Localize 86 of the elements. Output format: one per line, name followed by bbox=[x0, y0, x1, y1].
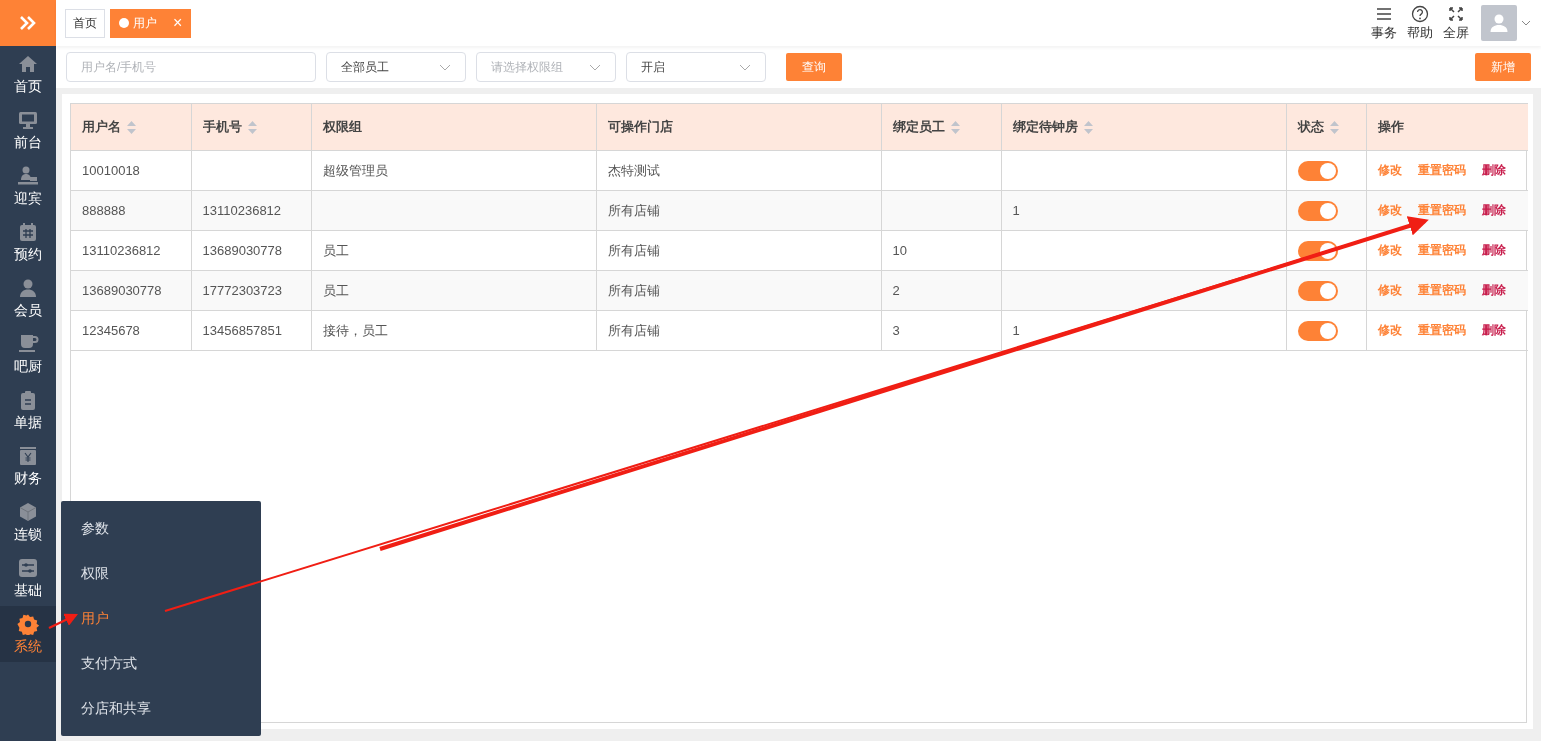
receptionist-icon bbox=[17, 164, 39, 187]
tab[interactable]: 首页 bbox=[65, 8, 105, 38]
dropdown[interactable]: 开启 bbox=[626, 52, 766, 82]
table-cell: 1 bbox=[1012, 203, 1020, 218]
table-cell: 1 bbox=[1012, 323, 1020, 338]
expand-button[interactable] bbox=[0, 0, 56, 46]
sidebar-item[interactable]: 迎宾 bbox=[0, 158, 56, 214]
sidebar-item[interactable]: 系统 bbox=[0, 606, 56, 662]
table-cell: 所有店铺 bbox=[607, 202, 660, 218]
table-cell: 888888 bbox=[82, 203, 126, 218]
column-header: 可操作门店 bbox=[607, 118, 673, 136]
sidebar-item[interactable]: 财务 bbox=[0, 438, 56, 494]
submenu-item[interactable]: 支付方式 bbox=[61, 641, 261, 686]
caret-icon bbox=[439, 63, 451, 71]
sidebar-item[interactable]: 会员 bbox=[0, 270, 56, 326]
active-dot-icon bbox=[119, 18, 129, 28]
sidebar-item[interactable]: 前台 bbox=[0, 102, 56, 158]
column-header[interactable]: 绑定待钟房 bbox=[1012, 118, 1093, 136]
table-cell: 所有店铺 bbox=[607, 322, 660, 338]
sort-icon[interactable] bbox=[247, 120, 257, 134]
submenu-item[interactable]: 参数 bbox=[61, 506, 261, 551]
help-icon bbox=[1411, 4, 1429, 23]
sidebar-item[interactable]: 单据 bbox=[0, 382, 56, 438]
avatar[interactable] bbox=[1481, 5, 1517, 41]
sidebar-item[interactable]: 基础 bbox=[0, 550, 56, 606]
caret-icon bbox=[589, 63, 601, 71]
table-cell: 2 bbox=[892, 283, 900, 298]
status-toggle[interactable] bbox=[1297, 160, 1338, 181]
table-cell: 员工 bbox=[322, 282, 349, 298]
sidebar-item[interactable]: 首页 bbox=[0, 46, 56, 102]
sort-icon[interactable] bbox=[950, 120, 960, 134]
column-header[interactable]: 状态 bbox=[1297, 118, 1339, 136]
status-toggle[interactable] bbox=[1297, 200, 1338, 221]
gear-icon bbox=[17, 612, 39, 635]
caret-icon[interactable] bbox=[1521, 20, 1531, 26]
submenu-item[interactable]: 权限 bbox=[61, 551, 261, 596]
sidebar-item[interactable]: 预约 bbox=[0, 214, 56, 270]
yen-box-icon bbox=[17, 444, 39, 467]
table-cell: 13110236812 bbox=[82, 243, 161, 258]
table-cell: 13110236812 bbox=[202, 203, 282, 218]
table-cell: 10 bbox=[892, 243, 907, 258]
table-cell: 超级管理员 bbox=[322, 162, 388, 178]
sort-icon[interactable] bbox=[127, 120, 136, 134]
table-cell: 接待，员工 bbox=[322, 322, 388, 338]
sidebar-item[interactable]: 连锁 bbox=[0, 494, 56, 550]
search-field[interactable]: 用户名/手机号 bbox=[66, 52, 316, 82]
annotation-arrow bbox=[48, 613, 78, 629]
table-cell: 13456857851 bbox=[202, 323, 283, 338]
column-header[interactable]: 用户名 bbox=[82, 118, 136, 136]
table-cell: 员工 bbox=[322, 242, 349, 258]
column-header: 权限组 bbox=[322, 118, 362, 136]
cube-icon bbox=[17, 500, 39, 523]
submenu-item[interactable]: 用户 bbox=[61, 596, 261, 641]
table-cell: 17772303723 bbox=[202, 283, 283, 298]
submenu-item[interactable]: 分店和共享 bbox=[61, 686, 261, 731]
table-cell: 13689030778 bbox=[82, 283, 162, 298]
header-action-button[interactable]: 全屏 bbox=[1443, 4, 1469, 42]
caret-icon bbox=[739, 63, 751, 71]
table-cell: 12345678 bbox=[82, 323, 140, 338]
fullscreen-icon bbox=[1447, 4, 1465, 23]
column-header[interactable]: 手机号 bbox=[202, 118, 257, 136]
status-toggle[interactable] bbox=[1297, 320, 1338, 341]
double-chevron-icon bbox=[19, 16, 37, 30]
table-cell: 杰特测试 bbox=[607, 162, 660, 178]
sidebar-item[interactable]: 吧厨 bbox=[0, 326, 56, 382]
delete-link[interactable]: 删除 bbox=[1481, 282, 1506, 299]
table-cell: 10010018 bbox=[82, 163, 140, 178]
table-cell: 3 bbox=[892, 323, 900, 338]
dropdown[interactable]: 全部员工 bbox=[326, 52, 466, 82]
delete-link[interactable]: 删除 bbox=[1481, 242, 1506, 259]
header-action-button[interactable]: 事务 bbox=[1371, 4, 1397, 42]
sliders-icon bbox=[17, 556, 39, 579]
header-action-button[interactable]: 帮助 bbox=[1407, 4, 1433, 42]
delete-link[interactable]: 删除 bbox=[1481, 202, 1506, 219]
calendar-icon bbox=[17, 220, 39, 243]
status-toggle[interactable] bbox=[1297, 280, 1338, 301]
table-cell: 13689030778 bbox=[202, 243, 283, 258]
delete-link[interactable]: 删除 bbox=[1481, 162, 1506, 179]
sort-icon[interactable] bbox=[1083, 120, 1093, 134]
table-cell: 所有店铺 bbox=[607, 242, 660, 258]
user-silhouette-icon bbox=[1489, 13, 1509, 33]
cup-icon bbox=[17, 332, 39, 355]
delete-link[interactable]: 删除 bbox=[1481, 322, 1506, 339]
table-cell: 所有店铺 bbox=[607, 282, 660, 298]
column-header: 操作 bbox=[1377, 118, 1404, 136]
sort-icon[interactable] bbox=[1329, 120, 1339, 134]
